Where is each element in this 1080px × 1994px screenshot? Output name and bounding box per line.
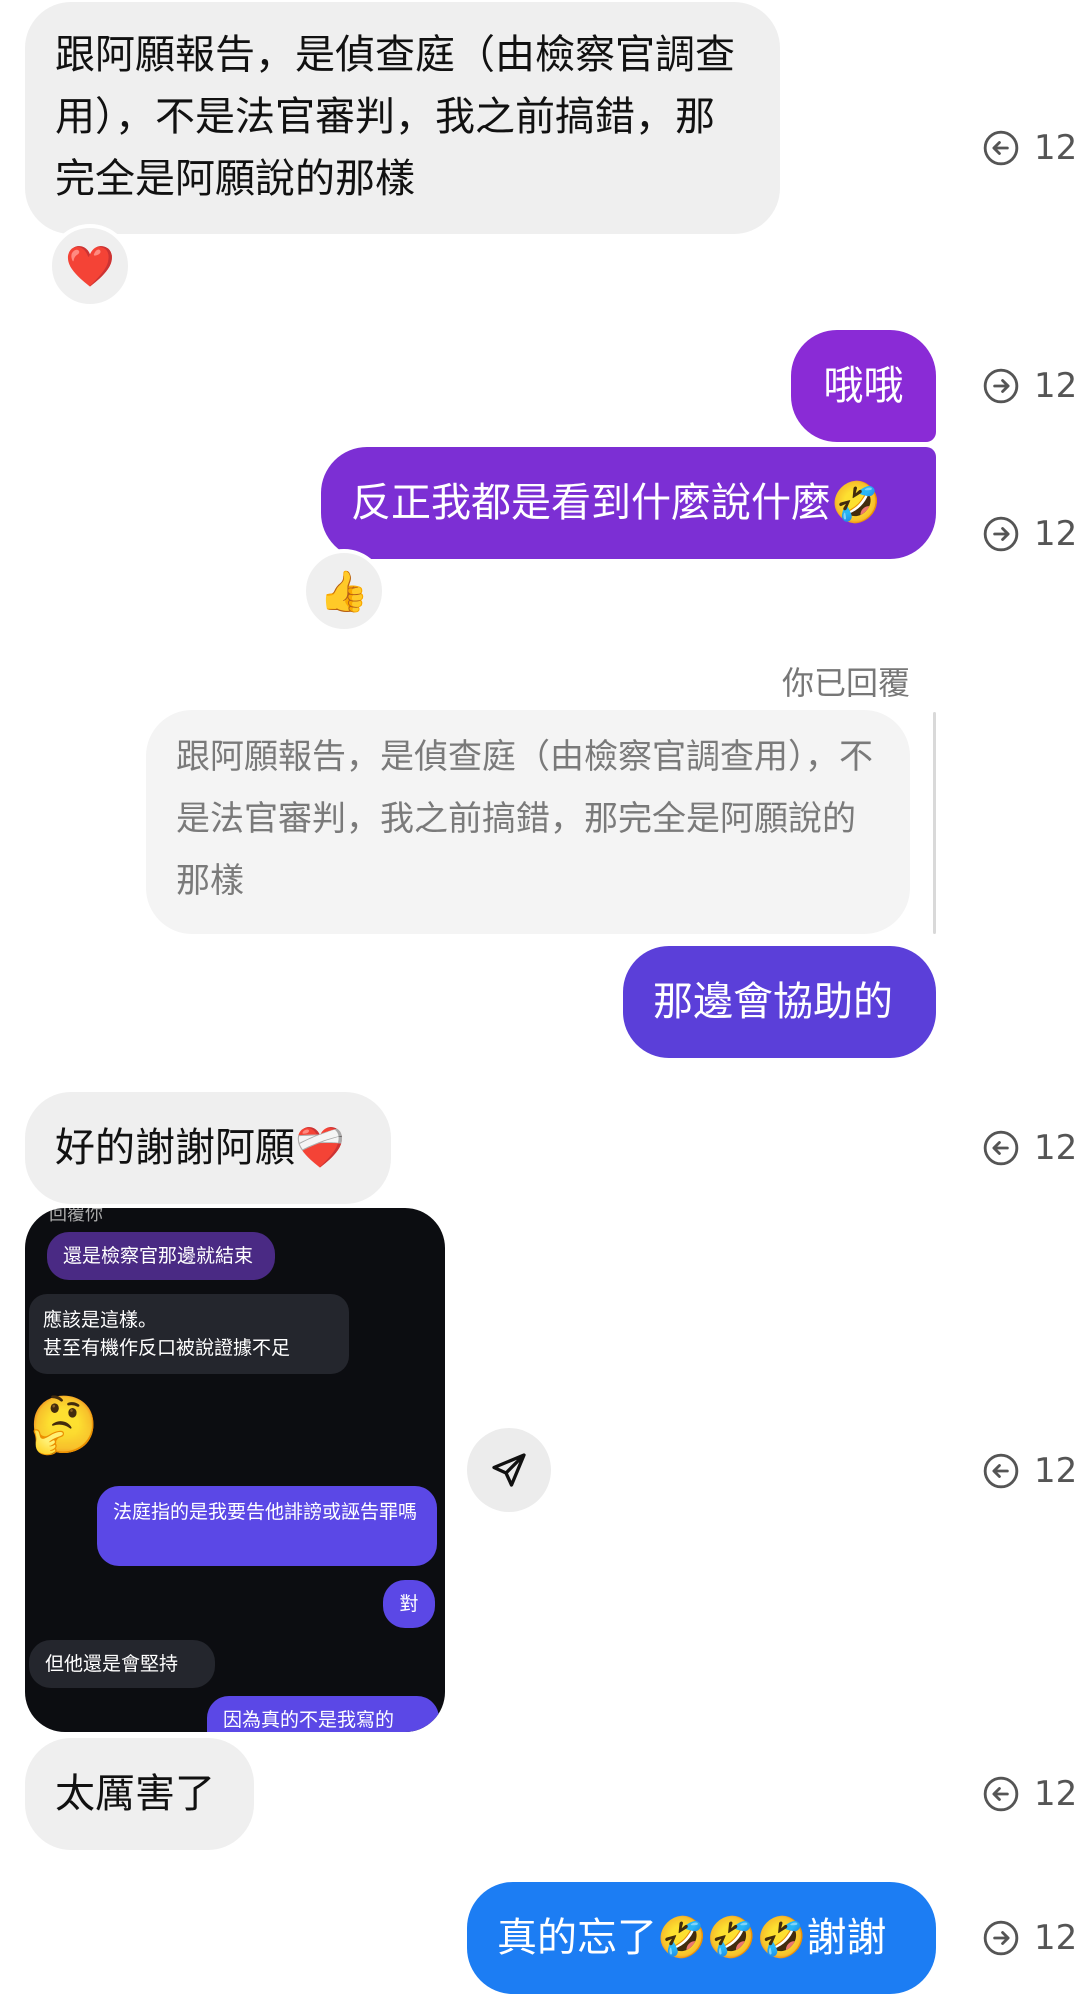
screenshot-chip: 還是檢察官那邊就結束 <box>47 1232 275 1280</box>
screenshot-chip: 但他還是會堅持 <box>29 1640 215 1688</box>
reply-label: 你已回覆 <box>782 664 911 702</box>
message-timestamp: 12: <box>982 514 1080 554</box>
arrow-left-circle-icon <box>983 130 1019 166</box>
message-text: 太厲害了 <box>55 1771 215 1817</box>
message-text: 跟阿願報告，是偵查庭（由檢察官調查用），不是法官審判，我之前搞錯，那完全是阿願說… <box>55 32 735 202</box>
heart-reaction[interactable]: ❤️ <box>48 224 132 308</box>
screenshot-chip: 應該是這樣。 甚至有機作反口被說證據不足 <box>29 1294 349 1374</box>
arrow-left-circle-icon <box>983 1776 1019 1812</box>
message-timestamp: 12: <box>982 366 1080 406</box>
arrow-right-circle-icon <box>983 1920 1019 1956</box>
timestamp-text: 12: <box>1034 1918 1080 1958</box>
timestamp-text: 12: <box>1034 128 1080 168</box>
message-timestamp: 12: <box>982 1918 1080 1958</box>
message-timestamp: 12: <box>982 1774 1080 1814</box>
thumbs-up-icon: 👍 <box>319 568 369 615</box>
share-button[interactable] <box>467 1428 551 1512</box>
heart-icon: ❤️ <box>65 243 115 290</box>
timestamp-text: 12: <box>1034 1774 1080 1814</box>
screenshot-chip: 法庭指的是我要告他誹謗或誣告罪嗎 <box>97 1486 437 1566</box>
message-timestamp: 12: <box>982 1128 1080 1168</box>
arrow-left-circle-icon <box>983 1453 1019 1489</box>
message-text: 真的忘了🤣🤣🤣謝謝 <box>497 1915 887 1961</box>
message-text: 好的謝謝阿願❤️‍🩹 <box>55 1125 345 1171</box>
screenshot-chip-line: 應該是這樣。 <box>43 1309 158 1331</box>
message-bubble-outgoing[interactable]: 那邊會協助的 <box>623 946 936 1058</box>
message-timestamp: 12: <box>982 1451 1080 1491</box>
message-bubble-outgoing[interactable]: 反正我都是看到什麼說什麼🤣 <box>321 447 936 559</box>
message-text: 哦哦 <box>823 363 904 409</box>
arrow-left-circle-icon <box>983 1130 1019 1166</box>
timestamp-text: 12: <box>1034 1128 1080 1168</box>
timestamp-text: 12: <box>1034 514 1080 554</box>
message-bubble-incoming[interactable]: 好的謝謝阿願❤️‍🩹 <box>25 1092 391 1204</box>
screenshot-chip: 因為真的不是我寫的 <box>207 1696 439 1732</box>
arrow-right-circle-icon <box>983 368 1019 404</box>
message-bubble-incoming[interactable]: 跟阿願報告，是偵查庭（由檢察官調查用），不是法官審判，我之前搞錯，那完全是阿願說… <box>25 2 780 234</box>
message-bubble-incoming[interactable]: 太厲害了 <box>25 1738 254 1850</box>
message-bubble-outgoing[interactable]: 真的忘了🤣🤣🤣謝謝 <box>467 1882 936 1994</box>
screenshot-chip-line: 甚至有機作反口被說證據不足 <box>43 1337 291 1359</box>
thumbs-up-reaction[interactable]: 👍 <box>302 549 386 633</box>
paper-plane-icon <box>492 1453 526 1487</box>
quote-bar <box>933 712 936 934</box>
screenshot-top-fragment: 回覆你 <box>49 1208 103 1225</box>
screenshot-chip: 對 <box>383 1580 435 1628</box>
timestamp-text: 12: <box>1034 1451 1080 1491</box>
arrow-right-circle-icon <box>983 516 1019 552</box>
message-text: 反正我都是看到什麼說什麼🤣 <box>351 480 881 526</box>
quoted-text: 跟阿願報告，是偵查庭（由檢察官調查用），不是法官審判，我之前搞錯，那完全是阿願說… <box>176 737 873 901</box>
timestamp-text: 12: <box>1034 366 1080 406</box>
thinking-face-icon: 🤔 <box>29 1393 99 1458</box>
message-timestamp: 12: <box>982 128 1080 168</box>
message-bubble-outgoing[interactable]: 哦哦 <box>791 330 936 442</box>
screenshot-image-message[interactable]: 回覆你 還是檢察官那邊就結束 應該是這樣。 甚至有機作反口被說證據不足 🤔 法庭… <box>25 1208 445 1732</box>
quoted-message[interactable]: 跟阿願報告，是偵查庭（由檢察官調查用），不是法官審判，我之前搞錯，那完全是阿願說… <box>146 710 910 934</box>
message-text: 那邊會協助的 <box>653 979 893 1025</box>
